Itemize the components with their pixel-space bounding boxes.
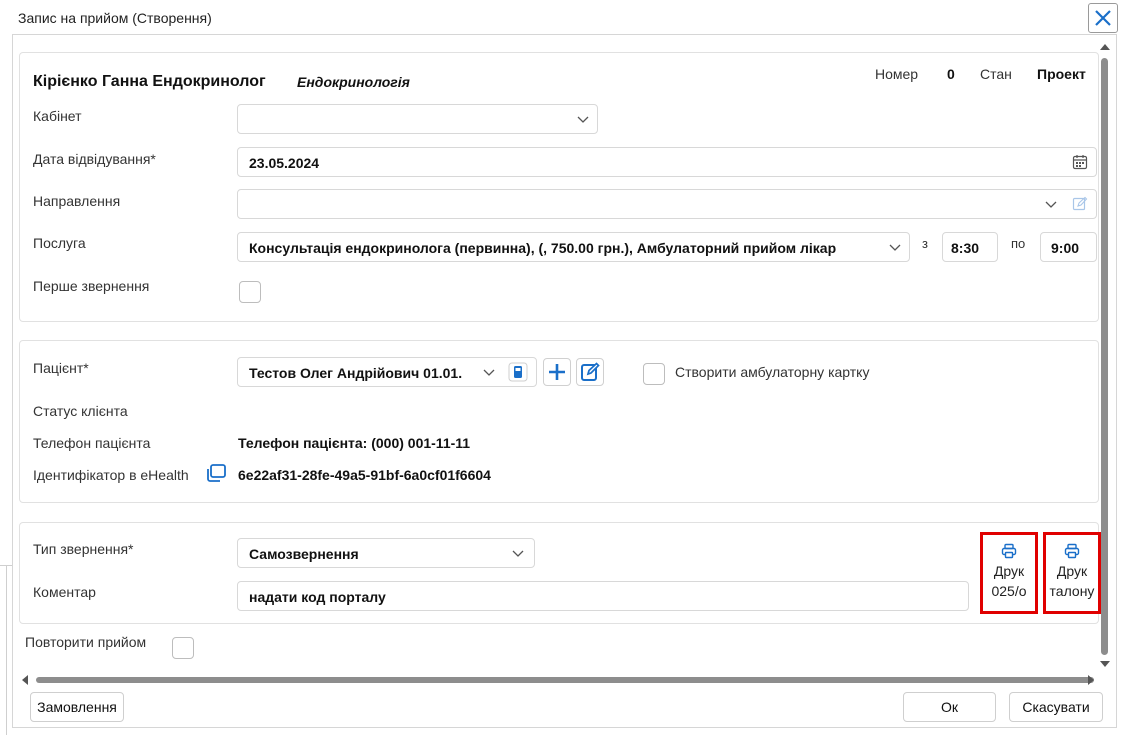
close-button[interactable]	[1088, 3, 1118, 33]
comment-value: надати код порталу	[249, 589, 386, 605]
service-value: Консультація ендокринолога (первинна), (…	[249, 240, 837, 256]
first-visit-checkbox[interactable]	[239, 281, 261, 303]
visit-date-field[interactable]: 23.05.2024	[237, 147, 1097, 177]
state-label: Стан	[980, 66, 1012, 82]
print-025-button[interactable]: Друк 025/о	[980, 532, 1038, 614]
close-icon	[1095, 10, 1111, 26]
print-025-line1: Друк	[993, 563, 1025, 579]
time-from-field[interactable]: 8:30	[942, 232, 998, 262]
scroll-up-icon[interactable]	[1099, 42, 1111, 52]
comment-label: Коментар	[33, 584, 96, 600]
appeal-type-value: Самозвернення	[249, 546, 359, 562]
title-bar: Запис на прийом (Створення)	[0, 0, 1121, 34]
state-value: Проект	[1037, 66, 1086, 82]
printer-icon	[1064, 543, 1080, 559]
printer-icon	[1001, 543, 1017, 559]
patient-label: Пацієнт*	[33, 360, 89, 376]
first-visit-label: Перше звернення	[33, 278, 150, 294]
ehealth-label: Ідентифікатор в eHealth	[33, 467, 189, 483]
print-025-line2: 025/о	[991, 583, 1027, 599]
vertical-scroll-thumb[interactable]	[1101, 58, 1108, 655]
phone-label: Телефон пацієнта	[33, 435, 151, 451]
chevron-down-icon	[483, 369, 495, 376]
time-to-label: по	[1011, 236, 1026, 251]
window-title: Запис на прийом (Створення)	[18, 10, 212, 26]
edit-icon	[581, 362, 600, 381]
patient-card-icon[interactable]	[508, 362, 528, 382]
number-value: 0	[947, 66, 955, 82]
print-ticket-line1: Друк	[1056, 563, 1088, 579]
doctor-name: Кірієнко Ганна Ендокринолог	[33, 73, 266, 90]
time-to-value: 9:00	[1051, 240, 1080, 256]
repeat-checkbox[interactable]	[172, 637, 194, 659]
chevron-down-icon	[577, 116, 589, 123]
plus-icon	[549, 364, 565, 380]
phone-value: Телефон пацієнта: (000) 001-11-11	[238, 435, 471, 451]
cabinet-label: Кабінет	[33, 108, 82, 124]
print-ticket-button[interactable]: Друк талону	[1043, 532, 1101, 614]
edit-patient-button[interactable]	[576, 358, 604, 386]
chevron-down-icon	[512, 550, 524, 557]
referral-label: Направлення	[33, 193, 121, 209]
repeat-label: Повторити прийом	[25, 634, 147, 650]
ok-button[interactable]: Ок	[903, 692, 996, 722]
visit-date-value: 23.05.2024	[249, 155, 320, 171]
patient-select[interactable]: Тестов Олег Андрійович 01.01.	[237, 357, 537, 387]
service-select[interactable]: Консультація ендокринолога (первинна), (…	[237, 232, 910, 262]
create-card-label: Створити амбулаторну картку	[675, 364, 870, 380]
horizontal-scroll-thumb[interactable]	[36, 677, 1094, 683]
print-ticket-line2: талону	[1049, 583, 1095, 599]
appeal-type-label: Тип звернення*	[33, 541, 134, 557]
chevron-down-icon	[889, 244, 901, 251]
comment-field[interactable]: надати код порталу	[237, 581, 969, 611]
patient-value: Тестов Олег Андрійович 01.01.	[249, 365, 463, 381]
scroll-down-icon[interactable]	[1099, 659, 1111, 669]
background-line	[6, 565, 7, 735]
specialty: Ендокринологія	[297, 74, 410, 90]
visit-date-label: Дата відвідування*	[33, 151, 156, 167]
client-status-label: Статус клієнта	[33, 403, 128, 419]
cabinet-select[interactable]	[237, 104, 598, 134]
appointment-section	[19, 52, 1099, 322]
add-patient-button[interactable]	[543, 358, 571, 386]
copy-icon[interactable]	[205, 463, 227, 483]
time-from-label: з	[922, 236, 928, 251]
calendar-icon[interactable]	[1072, 154, 1088, 170]
edit-icon[interactable]	[1072, 196, 1088, 212]
ehealth-value: 6e22af31-28fe-49a5-91bf-6a0cf01f6604	[238, 467, 491, 483]
create-card-checkbox[interactable]	[643, 363, 665, 385]
scroll-left-icon[interactable]	[20, 674, 30, 686]
time-from-value: 8:30	[951, 240, 980, 256]
referral-select[interactable]	[237, 189, 1097, 219]
scroll-right-icon[interactable]	[1086, 674, 1096, 686]
number-label: Номер	[875, 66, 919, 82]
chevron-down-icon	[1045, 201, 1057, 208]
service-label: Послуга	[33, 235, 86, 251]
orders-button[interactable]: Замовлення	[30, 692, 124, 722]
time-to-field[interactable]: 9:00	[1040, 232, 1097, 262]
cancel-button[interactable]: Скасувати	[1009, 692, 1103, 722]
appeal-type-select[interactable]: Самозвернення	[237, 538, 535, 568]
